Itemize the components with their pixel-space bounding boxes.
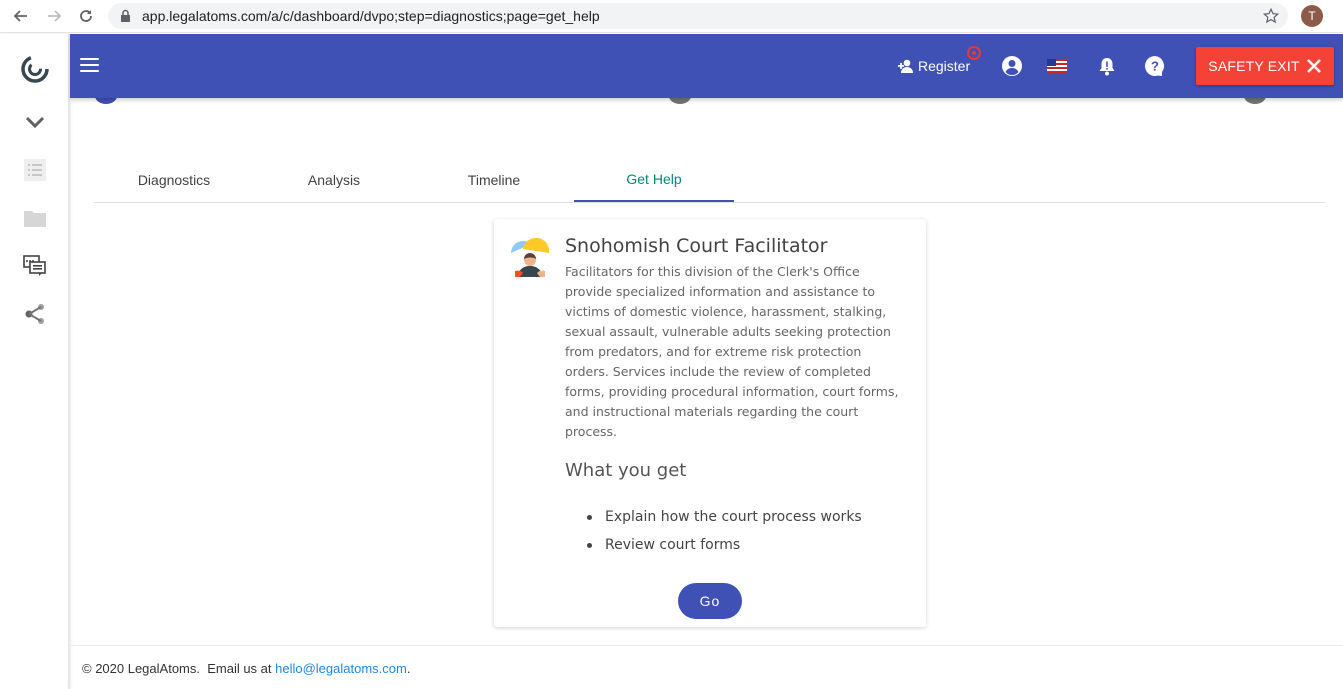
browser-toolbar: app.legalatoms.com/a/c/dashboard/dvpo;st… [0, 0, 1343, 33]
tab-diagnostics[interactable]: Diagnostics [94, 158, 254, 202]
facilitator-avatar-icon [509, 235, 551, 277]
back-arrow-icon[interactable] [11, 6, 31, 26]
bookmark-star-icon[interactable] [1262, 7, 1280, 30]
email-link[interactable]: hello@legalatoms.com [275, 661, 407, 676]
notification-dot [967, 46, 981, 60]
tab-bar: Diagnostics Analysis Timeline Get Help [94, 158, 1325, 203]
facilitator-card: Snohomish Court Facilitator Facilitators… [494, 219, 926, 627]
url-text: app.legalatoms.com/a/c/dashboard/dvpo;st… [142, 8, 600, 24]
forward-arrow-icon[interactable] [44, 6, 64, 26]
footer-suffix: . [406, 661, 411, 676]
footer-text: © 2020 LegalAtoms. Email us at hello@leg… [82, 661, 410, 676]
address-bar[interactable]: app.legalatoms.com/a/c/dashboard/dvpo;st… [108, 3, 1288, 29]
list-item: Explain how the court process works [587, 507, 862, 535]
left-rail [0, 34, 70, 689]
folder-icon[interactable] [22, 205, 48, 231]
reload-icon[interactable] [76, 6, 96, 26]
bell-icon[interactable] [1096, 55, 1118, 77]
share-icon[interactable] [22, 301, 48, 327]
add-user-icon [898, 59, 915, 73]
list-item: Review court forms [587, 535, 862, 563]
benefit-list: Explain how the court process works Revi… [587, 507, 862, 563]
go-button[interactable]: Go [678, 583, 742, 619]
safety-exit-button[interactable]: SAFETY EXIT [1196, 47, 1334, 85]
register-button[interactable]: Register [898, 58, 970, 74]
card-title: Snohomish Court Facilitator [565, 235, 828, 257]
account-icon[interactable] [1001, 55, 1023, 77]
card-subheading: What you get [565, 460, 687, 481]
tab-get-help[interactable]: Get Help [574, 158, 734, 202]
close-icon [1306, 58, 1322, 74]
list-icon[interactable] [22, 157, 48, 183]
card-description: Facilitators for this division of the Cl… [565, 264, 899, 439]
tab-timeline[interactable]: Timeline [414, 158, 574, 202]
app-header: Register ? SAFETY EXIT [70, 34, 1343, 98]
tab-analysis[interactable]: Analysis [254, 158, 414, 202]
profile-avatar[interactable]: T [1301, 5, 1323, 27]
logo-icon[interactable] [20, 54, 50, 84]
help-icon[interactable]: ? [1144, 55, 1166, 77]
safety-exit-label: SAFETY EXIT [1208, 58, 1300, 74]
us-flag-icon[interactable] [1047, 59, 1067, 73]
lock-icon [120, 9, 131, 27]
chat-icon[interactable] [22, 253, 48, 279]
footer: © 2020 LegalAtoms. Email us at hello@leg… [70, 645, 1343, 689]
hamburger-menu-icon[interactable] [80, 54, 102, 78]
footer-copyright: © 2020 LegalAtoms. Email us at [82, 661, 276, 676]
register-label: Register [918, 58, 971, 74]
svg-text:?: ? [1151, 59, 1159, 74]
chevron-down-icon[interactable] [22, 109, 48, 135]
